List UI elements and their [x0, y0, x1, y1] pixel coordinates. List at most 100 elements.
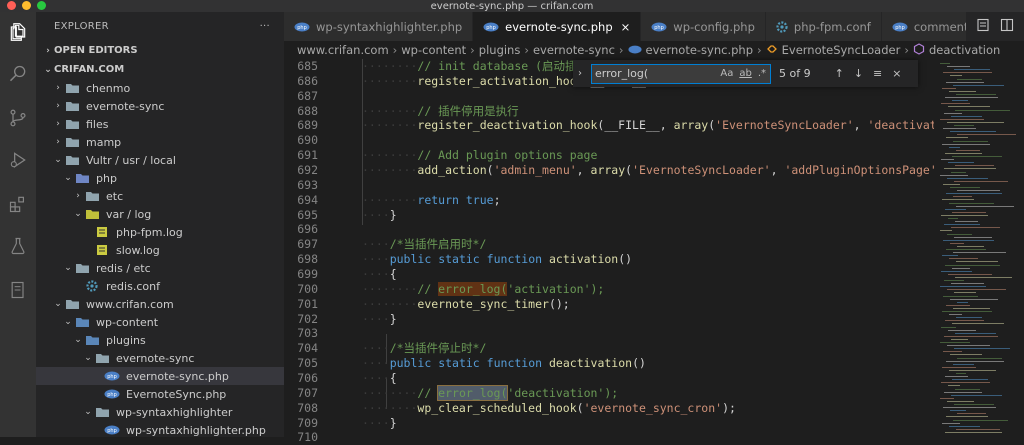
previous-match-icon[interactable]: ↑: [835, 67, 844, 80]
editor-tab[interactable]: php wp-config.php: [641, 12, 766, 41]
tree-item[interactable]: php EvernoteSync.php: [36, 385, 284, 403]
match-case-toggle[interactable]: Aa: [720, 68, 733, 79]
code-line[interactable]: [362, 178, 985, 193]
run-debug-icon[interactable]: [6, 148, 30, 172]
indent-whitespace: ····: [362, 371, 390, 386]
breadcrumb-item[interactable]: plugins: [479, 43, 521, 57]
code-line[interactable]: ····}: [362, 208, 985, 223]
tree-item[interactable]: › chenmo: [36, 79, 284, 97]
toggle-replace-icon[interactable]: ›: [578, 68, 582, 79]
minimap-line: [957, 190, 1000, 192]
code-line[interactable]: ····{: [362, 267, 985, 282]
code-line[interactable]: ········// error_log('activation');: [362, 281, 985, 297]
code-line[interactable]: ········// error_log('deactivation');: [362, 384, 985, 401]
code-line[interactable]: [362, 222, 985, 237]
code-line[interactable]: ········// Add plugin options page: [362, 148, 985, 163]
match-word-toggle[interactable]: ab: [739, 68, 751, 79]
code-lines[interactable]: ········// init database (启动插件是执行) ······…: [362, 59, 985, 445]
tree-item[interactable]: ⌄ www.crifan.com: [36, 295, 284, 313]
close-find-icon[interactable]: ×: [892, 67, 901, 80]
editor-tab[interactable]: php wp-syntaxhighlighter.php: [284, 12, 474, 41]
indent-whitespace: ········: [362, 148, 418, 163]
tree-item[interactable]: ⌄ Vultr / usr / local: [36, 151, 284, 169]
flask-icon[interactable]: [6, 234, 30, 258]
tree-item[interactable]: ⌄ plugins: [36, 331, 284, 349]
editor-tab[interactable]: php-fpm.conf: [765, 12, 882, 41]
tree-item[interactable]: ⌄ evernote-sync: [36, 349, 284, 367]
split-editor-icon[interactable]: [1000, 17, 1014, 36]
code-line[interactable]: ········// 插件停用是执行: [362, 104, 985, 119]
code-line[interactable]: ········evernote_sync_timer();: [362, 297, 985, 312]
code-line[interactable]: ····}: [362, 416, 985, 431]
code-line[interactable]: ····public static function deactivation(…: [362, 356, 985, 371]
minimap-line: [943, 183, 960, 185]
next-match-icon[interactable]: ↓: [854, 67, 863, 80]
tree-item[interactable]: › mamp: [36, 133, 284, 151]
open-preview-icon[interactable]: [976, 17, 990, 36]
code-line[interactable]: ········return true;: [362, 193, 985, 208]
maximize-window-button[interactable]: [37, 1, 46, 10]
find-in-selection-icon[interactable]: ≡: [873, 67, 882, 80]
minimap-line: [943, 72, 992, 74]
tree-item[interactable]: ⌄ php: [36, 169, 284, 187]
tree-item[interactable]: › etc: [36, 187, 284, 205]
minimap[interactable]: [934, 59, 1024, 437]
tree-item[interactable]: › files: [36, 115, 284, 133]
code-line[interactable]: [362, 133, 985, 148]
code-line[interactable]: ········register_deactivation_hook(__FIL…: [362, 118, 985, 133]
tree-item[interactable]: php-fpm.log: [36, 223, 284, 241]
search-icon[interactable]: [6, 62, 30, 86]
find-query[interactable]: error_log(: [595, 67, 648, 80]
code-line[interactable]: [362, 326, 985, 341]
notebook-icon[interactable]: [6, 278, 30, 302]
code-token: }: [389, 415, 397, 430]
editor-tab[interactable]: php evernote-sync.php ×: [473, 12, 642, 41]
breadcrumb-item[interactable]: EvernoteSyncLoader: [782, 43, 901, 57]
minimap-line: [954, 69, 990, 71]
breadcrumb-item[interactable]: evernote-sync.php: [646, 43, 754, 57]
code-line[interactable]: ········add_action('admin_menu', array('…: [362, 163, 985, 178]
minimize-window-button[interactable]: [22, 1, 31, 10]
chevron-down-icon: ⌄: [64, 317, 72, 327]
breadcrumb-item[interactable]: wp-content: [401, 43, 466, 57]
regex-toggle[interactable]: .*: [758, 68, 766, 79]
minimap-line: [953, 307, 990, 309]
workspace-section[interactable]: ⌄ CRIFAN.COM: [36, 60, 284, 79]
tree-item[interactable]: ⌄ redis / etc: [36, 259, 284, 277]
minimap-line: [953, 419, 1008, 421]
code-editor[interactable]: 685 686 687 688 689 690 691 692 693 694 695 696 697 6…: [284, 59, 985, 444]
breadcrumb-item[interactable]: www.crifan.com: [297, 43, 389, 57]
tree-item[interactable]: slow.log: [36, 241, 284, 259]
tree-item[interactable]: › evernote-sync: [36, 97, 284, 115]
find-input[interactable]: error_log( Aa ab .*: [591, 63, 771, 84]
tree-item[interactable]: php evernote-sync.php: [36, 367, 284, 385]
more-actions-icon[interactable]: ···: [260, 21, 270, 32]
code-line[interactable]: [362, 89, 985, 104]
breadcrumb-item[interactable]: deactivation: [929, 43, 1000, 57]
code-line[interactable]: ····/*当插件停止时*/: [362, 341, 985, 356]
open-editors-section[interactable]: › OPEN EDITORS: [36, 41, 284, 60]
extensions-icon[interactable]: [6, 192, 30, 216]
source-control-icon[interactable]: [6, 106, 30, 130]
tab-label: wp-syntaxhighlighter.php: [316, 19, 463, 34]
code-line[interactable]: ········wp_clear_scheduled_hook('evernot…: [362, 401, 985, 416]
window-controls[interactable]: [7, 1, 46, 10]
code-line[interactable]: ····}: [362, 312, 985, 327]
minimap-line: [952, 100, 968, 102]
files-icon[interactable]: [6, 20, 30, 44]
tree-item[interactable]: ⌄ var / log: [36, 205, 284, 223]
close-window-button[interactable]: [7, 1, 16, 10]
code-line[interactable]: ····/*当插件启用时*/: [362, 237, 985, 252]
minimap-line: [954, 180, 1008, 182]
tree-item[interactable]: php wp-syntaxhighlighter.php: [36, 421, 284, 439]
tree-item[interactable]: redis.conf: [36, 277, 284, 295]
code-line[interactable]: ····public static function activation(): [362, 252, 985, 267]
code-token: {: [389, 267, 397, 282]
code-line[interactable]: ····{: [362, 371, 985, 386]
close-tab-icon[interactable]: ×: [621, 20, 631, 34]
code-line[interactable]: [362, 430, 985, 445]
tree-item[interactable]: ⌄ wp-syntaxhighlighter: [36, 403, 284, 421]
breadcrumb-item[interactable]: evernote-sync: [533, 43, 615, 57]
tree-item[interactable]: ⌄ wp-content: [36, 313, 284, 331]
minimap-line: [956, 94, 996, 95]
